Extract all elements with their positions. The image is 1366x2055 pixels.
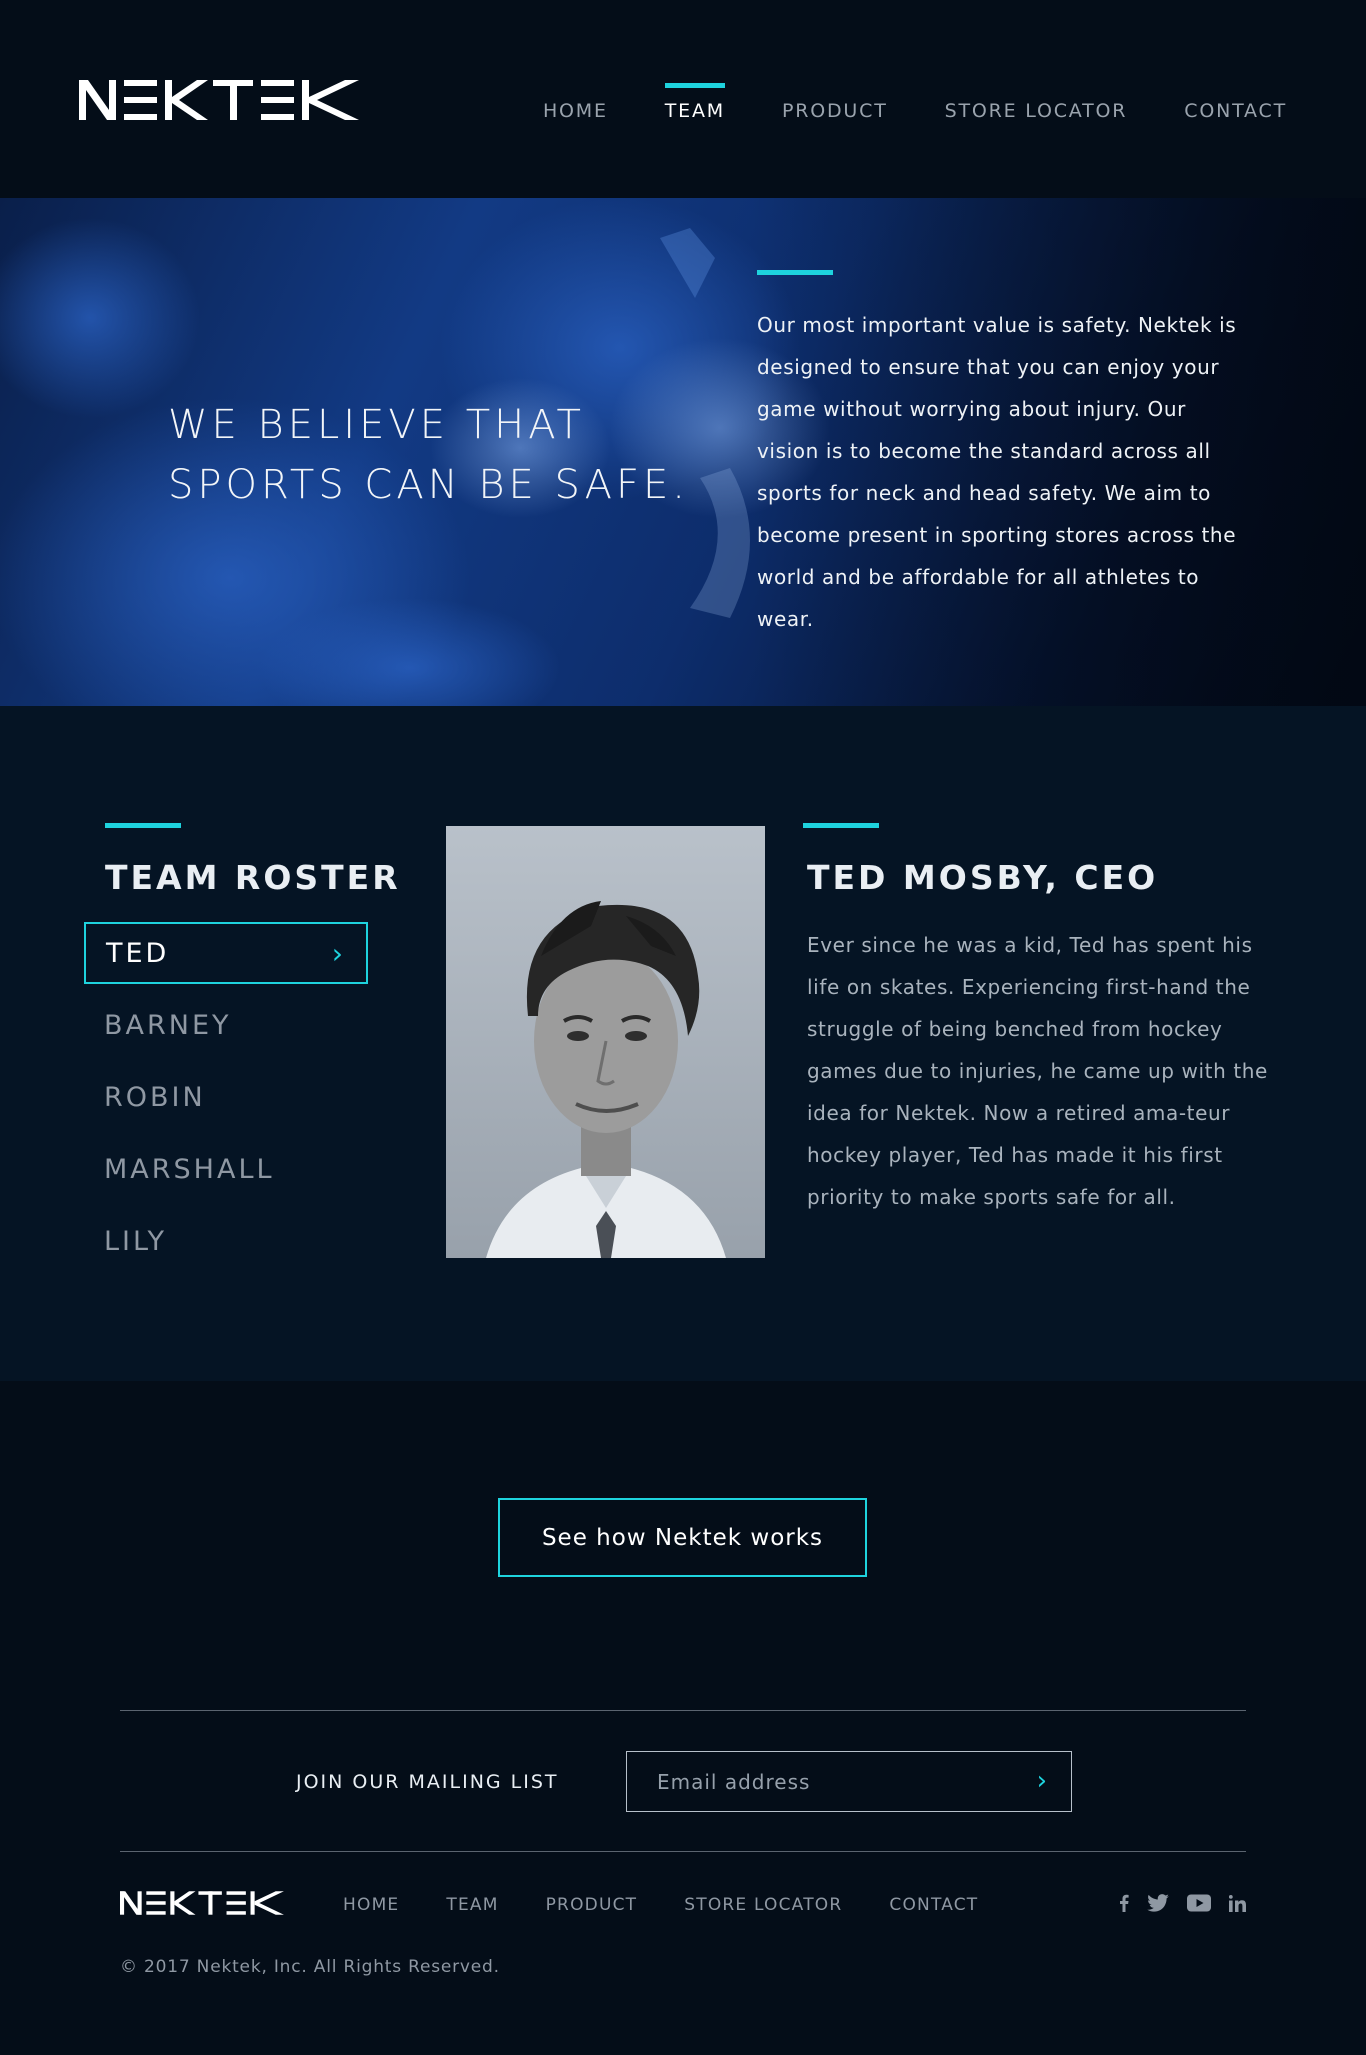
bio-accent-rule [803, 823, 879, 828]
bio-name: TED MOSBY, CEO [807, 858, 1159, 897]
nav-store-locator[interactable]: STORE LOCATOR [945, 100, 1128, 122]
footer-divider-top [120, 1710, 1246, 1711]
roster-title: TEAM ROSTER [105, 858, 401, 897]
nektek-logo[interactable] [79, 80, 366, 120]
roster-item-robin[interactable]: ROBIN [84, 1066, 368, 1128]
roster-accent-rule [105, 823, 181, 828]
nav-contact[interactable]: CONTACT [1184, 100, 1287, 122]
roster-list: TED › BARNEY ROBIN MARSHALL LILY [84, 922, 368, 1282]
roster-item-marshall[interactable]: MARSHALL [84, 1138, 368, 1200]
roster-item-lily[interactable]: LILY [84, 1210, 368, 1272]
youtube-icon[interactable] [1187, 1892, 1211, 1914]
copyright-text: © 2017 Nektek, Inc. All Rights Reserved. [120, 1957, 500, 1977]
twitter-icon[interactable] [1147, 1892, 1169, 1914]
roster-item-label: LILY [104, 1225, 167, 1257]
team-member-photo [446, 826, 765, 1258]
footer-nav-contact[interactable]: CONTACT [889, 1895, 978, 1915]
mailing-list-label: JOIN OUR MAILING LIST [296, 1771, 559, 1793]
roster-item-label: ROBIN [104, 1081, 206, 1113]
roster-item-barney[interactable]: BARNEY [84, 994, 368, 1056]
hero-headline-line-1: WE BELIEVE THAT [168, 402, 585, 448]
roster-item-ted[interactable]: TED › [84, 922, 368, 984]
chevron-right-icon: › [331, 936, 346, 970]
email-field[interactable]: › [626, 1751, 1072, 1812]
footer-nav: HOME TEAM PRODUCT STORE LOCATOR CONTACT [343, 1895, 978, 1915]
nav-home[interactable]: HOME [543, 100, 608, 122]
main-nav: HOME TEAM PRODUCT STORE LOCATOR CONTACT [543, 83, 1287, 122]
hero-description: Our most important value is safety. Nekt… [757, 313, 1237, 631]
email-input[interactable] [657, 1769, 1007, 1794]
nav-team[interactable]: TEAM [664, 83, 726, 122]
footer-nav-store-locator[interactable]: STORE LOCATOR [684, 1895, 842, 1915]
footer-nav-product[interactable]: PRODUCT [546, 1895, 638, 1915]
hero-section: WE BELIEVE THAT SPORTS CAN BE SAFE. Our … [0, 198, 1366, 706]
roster-item-label: MARSHALL [104, 1153, 275, 1185]
roster-item-label: TED [106, 937, 170, 969]
roster-item-label: BARNEY [104, 1009, 232, 1041]
footer-nav-team[interactable]: TEAM [446, 1895, 498, 1915]
footer-nektek-logo[interactable] [120, 1891, 288, 1915]
see-how-it-works-button[interactable]: See how Nektek works [498, 1498, 867, 1577]
hero-accent-rule [757, 270, 833, 275]
social-links [1119, 1892, 1246, 1914]
nav-product[interactable]: PRODUCT [782, 100, 888, 122]
bio-description: Ever since he was a kid, Ted has spent h… [807, 933, 1268, 1209]
footer-divider-bottom [120, 1851, 1246, 1852]
hero-headline-line-2: SPORTS CAN BE SAFE. [168, 462, 690, 508]
footer-nav-home[interactable]: HOME [343, 1895, 399, 1915]
site-header: HOME TEAM PRODUCT STORE LOCATOR CONTACT [0, 0, 1366, 198]
team-section: TEAM ROSTER TED › BARNEY ROBIN MARSHALL … [0, 706, 1366, 1381]
linkedin-icon[interactable] [1229, 1892, 1246, 1914]
submit-arrow-icon[interactable]: › [1037, 1766, 1047, 1796]
facebook-icon[interactable] [1119, 1892, 1129, 1914]
hero-headline: WE BELIEVE THAT SPORTS CAN BE SAFE. [168, 395, 689, 515]
